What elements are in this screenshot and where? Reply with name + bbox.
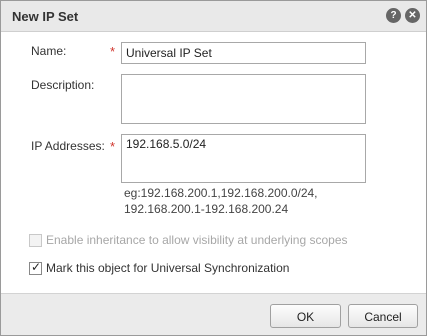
name-input[interactable] <box>121 42 366 64</box>
help-icon[interactable]: ? <box>386 8 401 23</box>
ip-addresses-input[interactable]: 192.168.5.0/24 <box>121 134 366 183</box>
universal-sync-option: ✓ Mark this object for Universal Synchro… <box>29 259 289 275</box>
dialog-title: New IP Set <box>12 9 79 24</box>
ip-hint-line-2: 192.168.200.1-192.168.200.24 <box>124 202 289 216</box>
inheritance-option: Enable inheritance to allow visibility a… <box>29 233 348 247</box>
ip-addresses-label: IP Addresses: <box>31 139 105 153</box>
close-icon[interactable]: ✕ <box>405 8 420 23</box>
universal-sync-checkbox[interactable]: ✓ <box>29 259 42 275</box>
name-required-marker: * <box>110 44 116 59</box>
ip-required-marker: * <box>110 139 116 154</box>
new-ip-set-dialog: New IP Set ? ✕ Name: * Description: IP A… <box>0 0 427 336</box>
checkmark-icon: ✓ <box>31 259 42 274</box>
description-input[interactable] <box>121 74 366 124</box>
ip-hint-line-1: eg:192.168.200.1,192.168.200.0/24, <box>124 186 318 200</box>
description-label: Description: <box>31 78 95 92</box>
dialog-content: Name: * Description: IP Addresses: * 192… <box>1 32 426 294</box>
inheritance-checkbox[interactable] <box>29 233 42 247</box>
inheritance-label: Enable inheritance to allow visibility a… <box>46 233 348 247</box>
cancel-button[interactable]: Cancel <box>348 304 418 328</box>
dialog-titlebar: New IP Set ? ✕ <box>1 1 426 32</box>
name-label: Name: <box>31 44 67 58</box>
universal-sync-label[interactable]: Mark this object for Universal Synchroni… <box>46 261 289 275</box>
dialog-footer: OK Cancel <box>1 294 426 335</box>
ok-button[interactable]: OK <box>270 304 341 328</box>
